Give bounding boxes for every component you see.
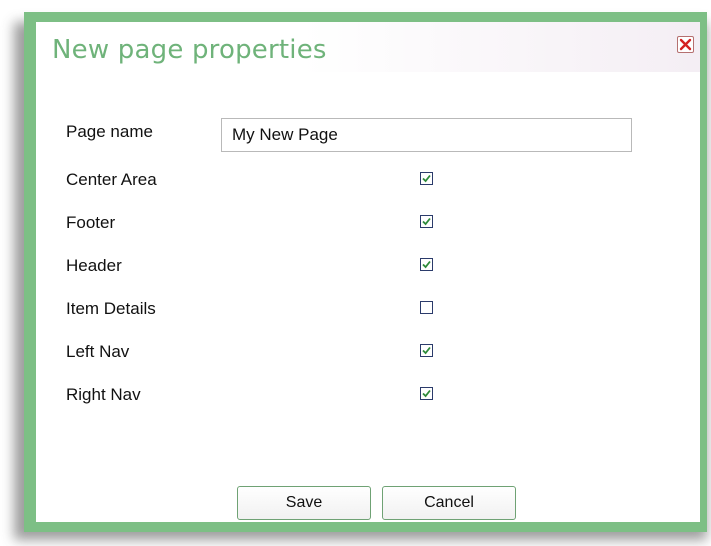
option-row-center-area: Center Area (66, 166, 666, 196)
option-label: Header (66, 256, 122, 275)
page-name-label: Page name (66, 122, 153, 141)
footer-checkbox[interactable] (420, 215, 433, 228)
option-label: Item Details (66, 299, 156, 318)
checkmark-icon (422, 174, 431, 183)
dialog-title-bar: New page properties (36, 22, 700, 72)
dialog-frame: New page properties Page name Center Are… (24, 12, 707, 532)
option-row-right-nav: Right Nav (66, 381, 666, 411)
left-nav-checkbox[interactable] (420, 344, 433, 357)
option-row-header: Header (66, 252, 666, 282)
checkmark-icon (422, 260, 431, 269)
header-checkbox[interactable] (420, 258, 433, 271)
right-nav-checkbox[interactable] (420, 387, 433, 400)
option-row-footer: Footer (66, 209, 666, 239)
center-area-checkbox[interactable] (420, 172, 433, 185)
close-icon (679, 38, 692, 51)
cancel-button[interactable]: Cancel (382, 486, 516, 520)
checkmark-icon (422, 217, 431, 226)
page-name-row: Page name (66, 118, 666, 152)
option-label: Right Nav (66, 385, 141, 404)
option-row-left-nav: Left Nav (66, 338, 666, 368)
checkmark-icon (422, 389, 431, 398)
item-details-checkbox[interactable] (420, 301, 433, 314)
option-label: Center Area (66, 170, 157, 189)
option-label: Footer (66, 213, 116, 232)
dialog-body: New page properties Page name Center Are… (36, 22, 700, 522)
save-button[interactable]: Save (237, 486, 371, 520)
close-button[interactable] (677, 36, 694, 53)
checkmark-icon (422, 346, 431, 355)
option-row-item-details: Item Details (66, 295, 666, 325)
option-label: Left Nav (66, 342, 130, 361)
dialog-title: New page properties (52, 35, 327, 65)
page-name-input[interactable] (221, 118, 632, 152)
